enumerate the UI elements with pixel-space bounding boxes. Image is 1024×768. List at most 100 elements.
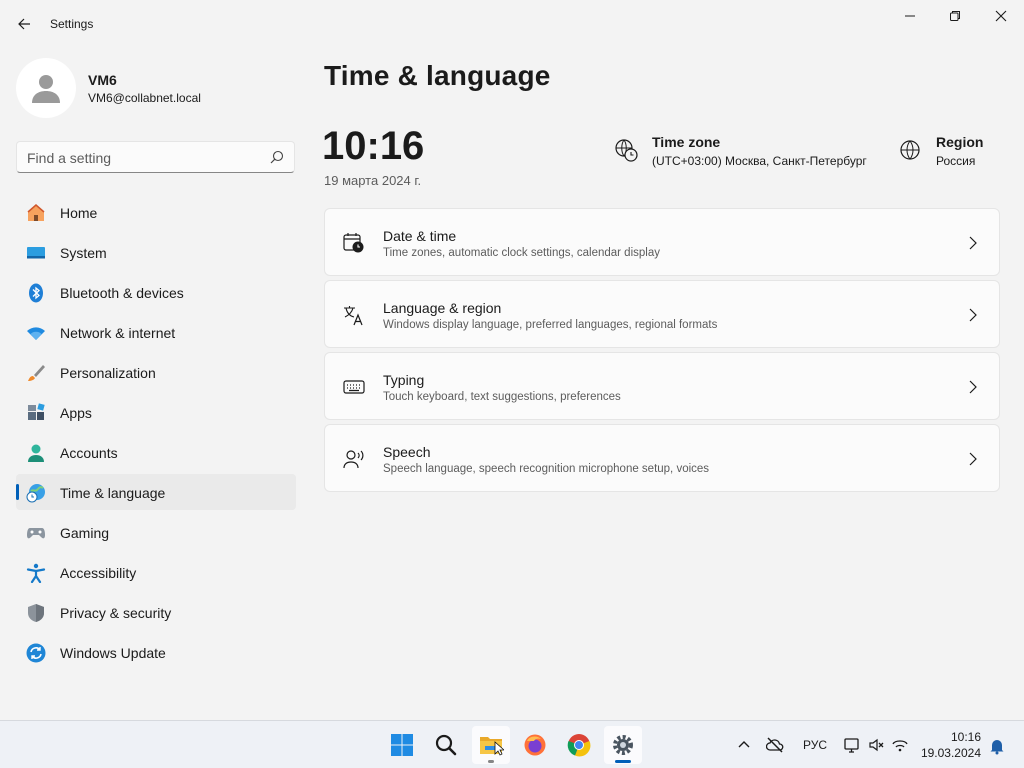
cloud-offline-icon[interactable] [766, 736, 784, 754]
profile-name: VM6 [88, 72, 117, 88]
minimize-button[interactable] [887, 0, 933, 32]
tray-clock[interactable]: 10:16 [951, 730, 981, 744]
sidebar-item-label: Personalization [60, 365, 156, 381]
display-icon[interactable] [843, 736, 861, 754]
speech-icon [343, 450, 364, 469]
sidebar-item-system[interactable]: System [16, 234, 296, 270]
active-indicator [615, 760, 631, 763]
notification-bell-icon[interactable] [988, 737, 1006, 755]
sidebar-item-windows-update[interactable]: Windows Update [16, 634, 296, 670]
sidebar-item-label: Accessibility [60, 565, 137, 581]
accessibility-icon [26, 563, 46, 583]
shield-icon [28, 604, 44, 622]
app-title: Settings [50, 17, 94, 31]
start-button[interactable] [383, 726, 421, 764]
sidebar-item-label: Network & internet [60, 325, 176, 341]
card-subtitle: Speech language, speech recognition micr… [383, 463, 710, 475]
sidebar-item-label: System [60, 245, 107, 261]
sidebar-item-apps[interactable]: Apps [16, 394, 296, 430]
chevron-right-icon [969, 236, 977, 250]
sidebar-item-label: Accounts [60, 445, 118, 461]
sidebar-item-label: Gaming [60, 525, 110, 541]
clock-display: 10:16 [322, 124, 425, 168]
region-value: Россия [936, 154, 976, 168]
card-title: Typing [383, 372, 425, 388]
sidebar-item-bluetooth[interactable]: Bluetooth & devices [16, 274, 296, 310]
firefox-icon [524, 734, 546, 756]
sidebar-item-label: Time & language [60, 485, 166, 501]
sidebar-item-home[interactable]: Home [16, 194, 296, 230]
taskbar-chrome[interactable] [560, 726, 598, 764]
taskbar-firefox[interactable] [516, 726, 554, 764]
back-button[interactable] [10, 10, 38, 38]
sidebar-nav: Home System Bluetooth & devices Network … [16, 194, 296, 674]
card-language-region[interactable]: Language & region Windows display langua… [324, 280, 1000, 348]
accounts-icon [28, 444, 44, 462]
sidebar-item-label: Bluetooth & devices [60, 285, 184, 301]
title-bar: Settings [0, 0, 1024, 48]
profile-email: VM6@collabnet.local [88, 91, 201, 105]
user-profile[interactable]: VM6 VM6@collabnet.local [16, 58, 296, 118]
sidebar-item-label: Windows Update [60, 645, 166, 661]
sidebar-item-time-language[interactable]: Time & language [16, 474, 296, 510]
card-typing[interactable]: Typing Touch keyboard, text suggestions,… [324, 352, 1000, 420]
close-icon [995, 10, 1007, 22]
sidebar-item-label: Home [60, 205, 98, 221]
system-icon [27, 247, 45, 259]
brush-icon [28, 365, 45, 381]
volume-muted-icon[interactable] [868, 736, 886, 754]
maximize-button[interactable] [932, 0, 978, 32]
sidebar-item-accessibility[interactable]: Accessibility [16, 554, 296, 590]
page-title: Time & language [324, 60, 551, 91]
bluetooth-icon [29, 283, 43, 303]
card-speech[interactable]: Speech Speech language, speech recogniti… [324, 424, 1000, 492]
region-title: Region [936, 134, 984, 150]
back-arrow-icon [18, 18, 30, 30]
language-icon [344, 306, 363, 326]
chrome-icon [567, 734, 591, 757]
sidebar-item-network[interactable]: Network & internet [16, 314, 296, 350]
sidebar-item-personalization[interactable]: Personalization [16, 354, 296, 390]
sidebar-item-privacy[interactable]: Privacy & security [16, 594, 296, 630]
settings-icon [613, 735, 633, 755]
sidebar-item-label: Privacy & security [60, 605, 172, 621]
network-icon[interactable] [891, 736, 909, 754]
date-display: 19 марта 2024 г. [324, 173, 422, 188]
taskbar-file-explorer[interactable] [472, 726, 510, 764]
chevron-up-icon[interactable] [735, 736, 753, 754]
keyboard-icon [343, 380, 365, 394]
minimize-icon [905, 15, 915, 17]
timezone-icon [615, 139, 638, 162]
running-indicator [488, 760, 494, 763]
card-subtitle: Touch keyboard, text suggestions, prefer… [383, 391, 621, 403]
card-date-time[interactable]: Date & time Time zones, automatic clock … [324, 208, 1000, 276]
chevron-right-icon [969, 452, 977, 466]
search-icon [270, 150, 284, 164]
gamepad-icon [27, 528, 45, 539]
chevron-right-icon [969, 380, 977, 394]
windows-start-icon [391, 734, 413, 756]
sidebar-item-gaming[interactable]: Gaming [16, 514, 296, 550]
input-language-indicator[interactable]: РУС [803, 738, 827, 752]
search-icon [435, 734, 457, 756]
globe-icon [900, 140, 920, 160]
search-input[interactable]: Find a setting [16, 141, 295, 173]
calendar-clock-icon [343, 233, 364, 253]
wifi-icon [27, 327, 45, 340]
sidebar-item-accounts[interactable]: Accounts [16, 434, 296, 470]
taskbar-search-button[interactable] [427, 726, 465, 764]
taskbar: РУС 10:16 19.03.2024 [0, 720, 1024, 768]
taskbar-settings[interactable] [604, 726, 642, 764]
card-title: Language & region [383, 300, 502, 316]
card-subtitle: Time zones, automatic clock settings, ca… [383, 247, 660, 259]
timezone-value: (UTC+03:00) Москва, Санкт-Петербург [652, 154, 867, 168]
card-title: Speech [383, 444, 431, 460]
close-button[interactable] [978, 0, 1024, 32]
tray-date[interactable]: 19.03.2024 [921, 746, 981, 760]
person-icon [32, 75, 60, 103]
file-explorer-icon [480, 737, 504, 756]
restore-icon [950, 11, 960, 21]
avatar [16, 58, 76, 118]
search-placeholder: Find a setting [27, 150, 112, 166]
apps-icon [28, 403, 45, 420]
